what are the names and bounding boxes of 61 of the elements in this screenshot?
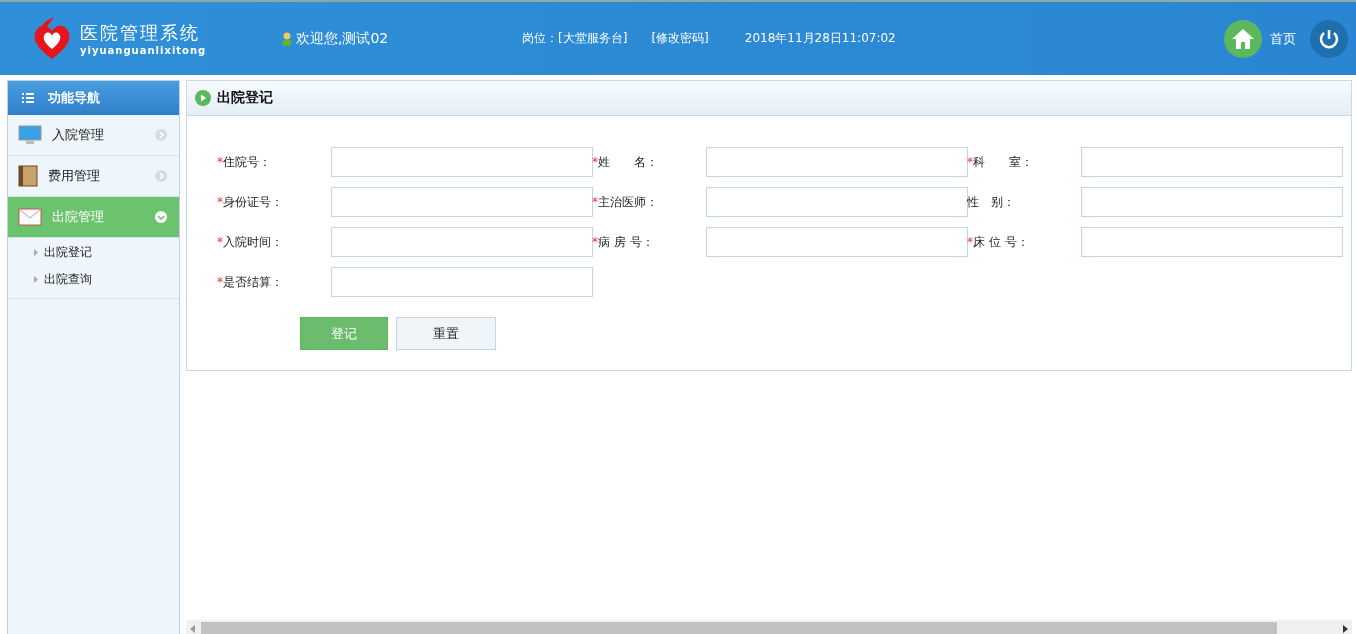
envelope-icon: [18, 208, 42, 226]
user-icon: [282, 31, 292, 46]
list-icon: [22, 93, 34, 103]
nav-item[interactable]: 入院管理: [8, 115, 179, 156]
play-icon: [195, 90, 211, 106]
input-field[interactable]: [331, 227, 593, 257]
input-field[interactable]: [331, 147, 593, 177]
required-mark: *: [217, 235, 223, 249]
field-label: 性 别：: [967, 193, 1016, 211]
field-label: *是否结算：: [217, 273, 284, 291]
horizontal-scrollbar[interactable]: [186, 620, 1352, 634]
field-label: *科 室：: [967, 153, 1034, 171]
nav-subitem[interactable]: 出院查询: [34, 271, 179, 288]
input-field[interactable]: [331, 187, 593, 217]
input-field[interactable]: [706, 187, 968, 217]
scroll-right-icon[interactable]: [1343, 624, 1348, 633]
logo-subtitle: yiyuanguanlixitong: [80, 45, 207, 56]
input-field[interactable]: [706, 227, 968, 257]
required-mark: *: [967, 155, 973, 169]
change-password-link[interactable]: [修改密码]: [651, 30, 709, 47]
field-label: *姓 名：: [592, 153, 659, 171]
power-button[interactable]: [1310, 19, 1348, 58]
field-label: *病 房 号：: [592, 233, 655, 251]
nav-subitem[interactable]: 出院登记: [34, 244, 179, 261]
chevron-right-icon: [155, 129, 167, 141]
home-button[interactable]: [1224, 19, 1262, 58]
input-field[interactable]: [1081, 227, 1343, 257]
required-mark: *: [592, 195, 598, 209]
triangle-icon: [34, 249, 38, 256]
input-field[interactable]: [1081, 147, 1343, 177]
book-icon: [18, 165, 38, 187]
field-label: *身份证号：: [217, 193, 284, 211]
post-text: 岗位：[大堂服务台]: [522, 30, 628, 47]
chevron-down-icon: [155, 211, 167, 223]
required-mark: *: [217, 275, 223, 289]
required-mark: *: [217, 155, 223, 169]
required-mark: *: [967, 235, 973, 249]
required-mark: *: [592, 155, 598, 169]
required-mark: *: [592, 235, 598, 249]
sidebar-title: 功能导航: [48, 89, 100, 107]
field-label: *床 位 号：: [967, 233, 1030, 251]
field-label: *住院号：: [217, 153, 272, 171]
input-field[interactable]: [331, 267, 593, 297]
heart-logo-icon: [32, 16, 72, 61]
triangle-icon: [34, 276, 38, 283]
monitor-icon: [18, 125, 42, 145]
welcome-text: 欢迎您,测试02: [296, 29, 389, 48]
chevron-right-icon: [155, 170, 167, 182]
logo-title: 医院管理系统: [80, 21, 201, 45]
required-mark: *: [217, 195, 223, 209]
power-icon: [1318, 27, 1340, 50]
home-icon: [1231, 27, 1255, 50]
input-field[interactable]: [1081, 187, 1343, 217]
datetime-text: 2018年11月28日11:07:02: [744, 30, 896, 47]
reset-button[interactable]: 重置: [396, 317, 496, 350]
scroll-left-icon[interactable]: [190, 624, 195, 633]
field-label: *入院时间：: [217, 233, 284, 251]
panel-title: 出院登记: [217, 89, 273, 107]
home-link[interactable]: 首页: [1270, 29, 1296, 48]
input-field[interactable]: [706, 147, 968, 177]
field-label: *主治医师：: [592, 193, 659, 211]
